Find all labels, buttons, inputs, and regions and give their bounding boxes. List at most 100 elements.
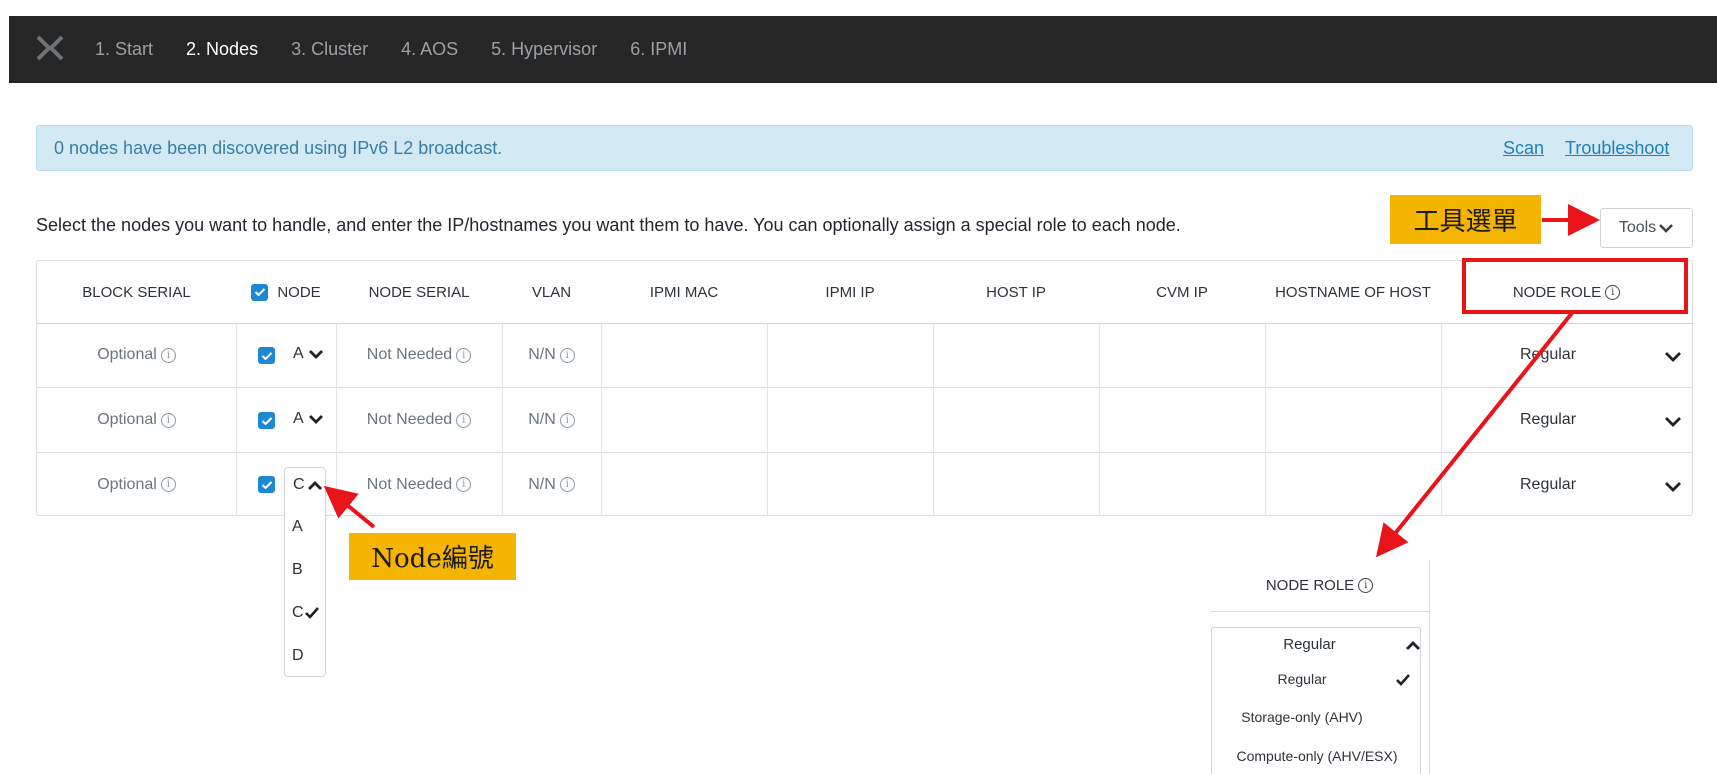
role-dropdown[interactable]: Regular (1211, 627, 1421, 662)
node-role-value: Regular (1519, 411, 1577, 428)
block-serial-cell[interactable]: Optional i (37, 388, 236, 452)
scan-link[interactable]: Scan (1503, 138, 1544, 159)
node-dropdown-value: C (293, 476, 305, 493)
node-number-annotation: Node編號 (349, 533, 516, 580)
node-serial-placeholder: Not Needed (366, 411, 453, 428)
role-option-compute-only[interactable]: Compute-only (AHV/ESX) (1212, 748, 1422, 764)
tools-button-label: Tools (1618, 219, 1657, 236)
chevron-down-icon (1659, 224, 1674, 233)
vlan-cell: N/N i (502, 388, 601, 452)
tools-button[interactable]: Tools (1600, 208, 1693, 248)
role-panel-title: NODE ROLE (1265, 577, 1355, 594)
chevron-down-icon[interactable] (1664, 350, 1682, 363)
block-serial-placeholder: Optional (97, 411, 157, 428)
node-role-value: Regular (1519, 346, 1577, 363)
header-cvm-ip: CVM IP (1156, 283, 1208, 301)
col-divider (933, 323, 934, 516)
info-icon[interactable]: i (559, 477, 575, 492)
node-serial-cell: Not Needed i (336, 388, 502, 452)
node-select[interactable]: A (293, 410, 324, 428)
vlan-placeholder: N/N (528, 475, 556, 493)
checkmark-icon (254, 288, 266, 297)
info-icon[interactable]: i (1605, 284, 1621, 300)
role-panel-header: NODE ROLE i (1210, 560, 1430, 612)
header-node-role: NODE ROLE i (1441, 261, 1692, 323)
step-start[interactable]: 1. Start (95, 39, 153, 60)
vlan-placeholder: N/N (528, 411, 556, 428)
step-nodes[interactable]: 2. Nodes (186, 39, 258, 60)
step-hypervisor[interactable]: 5. Hypervisor (491, 39, 597, 60)
info-icon[interactable]: i (160, 347, 176, 363)
info-icon[interactable]: i (456, 477, 472, 492)
node-dropdown[interactable]: C A B C D (284, 467, 326, 677)
info-icon[interactable]: i (456, 347, 472, 363)
node-checkbox[interactable] (258, 412, 275, 429)
node-role-select[interactable]: Regular (1441, 323, 1655, 387)
col-divider (1265, 323, 1266, 516)
node-serial-cell: Not Needed i (336, 453, 502, 516)
node-option-b[interactable]: B (292, 561, 303, 579)
wizard-top-bar: 1. Start 2. Nodes 3. Cluster 4. AOS 5. H… (9, 16, 1717, 83)
info-icon[interactable]: i (160, 477, 176, 492)
node-select-value: A (293, 410, 304, 427)
block-serial-cell[interactable]: Optional i (37, 323, 236, 387)
node-select[interactable]: A (293, 345, 324, 363)
discovery-banner: 0 nodes have been discovered using IPv6 … (36, 125, 1693, 171)
info-icon[interactable]: i (456, 412, 472, 428)
col-divider (236, 323, 237, 516)
node-checkbox[interactable] (258, 476, 275, 493)
step-aos[interactable]: 4. AOS (401, 39, 458, 60)
nutanix-logo-icon (36, 35, 64, 61)
step-ipmi[interactable]: 6. IPMI (630, 39, 687, 60)
header-node: NODE (236, 261, 336, 323)
col-divider (601, 323, 602, 516)
checkmark-icon (1396, 674, 1410, 686)
header-block-serial: BLOCK SERIAL (82, 283, 191, 301)
header-node-role-label: NODE ROLE (1512, 283, 1602, 301)
chevron-down-icon[interactable] (1664, 480, 1682, 493)
info-icon[interactable]: i (559, 347, 575, 363)
header-hostname: HOSTNAME OF HOST (1275, 283, 1431, 301)
node-role-value: Regular (1519, 475, 1577, 493)
select-all-checkbox[interactable] (251, 283, 269, 301)
chevron-down-icon (308, 415, 323, 424)
node-role-select[interactable]: Regular (1441, 453, 1655, 516)
chevron-down-icon (308, 350, 323, 359)
header-node-label: NODE (277, 283, 321, 301)
step-cluster[interactable]: 3. Cluster (291, 39, 368, 60)
role-options-menu: Regular Storage-only (AHV) Compute-only … (1211, 661, 1421, 774)
node-option-a[interactable]: A (292, 518, 303, 536)
checkmark-icon (261, 480, 272, 489)
tools-menu-annotation: 工具選單 (1390, 195, 1541, 244)
node-serial-placeholder: Not Needed (366, 346, 453, 363)
node-checkbox[interactable] (258, 347, 275, 364)
node-option-d[interactable]: D (292, 647, 304, 665)
vlan-cell: N/N i (502, 323, 601, 387)
node-select-value: A (293, 345, 304, 362)
block-serial-cell[interactable]: Optional i (37, 453, 236, 516)
role-option-regular[interactable]: Regular (1212, 671, 1392, 687)
checkmark-icon (305, 607, 319, 619)
chevron-up-icon[interactable] (307, 480, 323, 492)
node-role-select[interactable]: Regular (1441, 388, 1655, 452)
chevron-down-icon[interactable] (1664, 415, 1682, 428)
col-divider (1099, 323, 1100, 516)
info-icon[interactable]: i (1358, 578, 1374, 593)
header-node-serial: NODE SERIAL (368, 283, 470, 301)
node-serial-cell: Not Needed i (336, 323, 502, 387)
vlan-cell: N/N i (502, 453, 601, 516)
chevron-up-icon[interactable] (1405, 640, 1421, 652)
info-icon[interactable]: i (160, 412, 176, 428)
block-serial-placeholder: Optional (97, 346, 157, 363)
info-icon[interactable]: i (559, 412, 575, 428)
header-ipmi-ip: IPMI IP (825, 283, 875, 301)
role-panel-divider (1429, 612, 1430, 774)
header-ipmi-mac: IPMI MAC (649, 283, 719, 301)
role-option-storage-only[interactable]: Storage-only (AHV) (1212, 709, 1392, 725)
col-divider (767, 323, 768, 516)
checkmark-icon (261, 416, 272, 425)
node-option-c[interactable]: C (292, 604, 304, 622)
troubleshoot-link[interactable]: Troubleshoot (1565, 138, 1669, 159)
header-vlan: VLAN (531, 283, 572, 301)
block-serial-placeholder: Optional (97, 475, 157, 493)
